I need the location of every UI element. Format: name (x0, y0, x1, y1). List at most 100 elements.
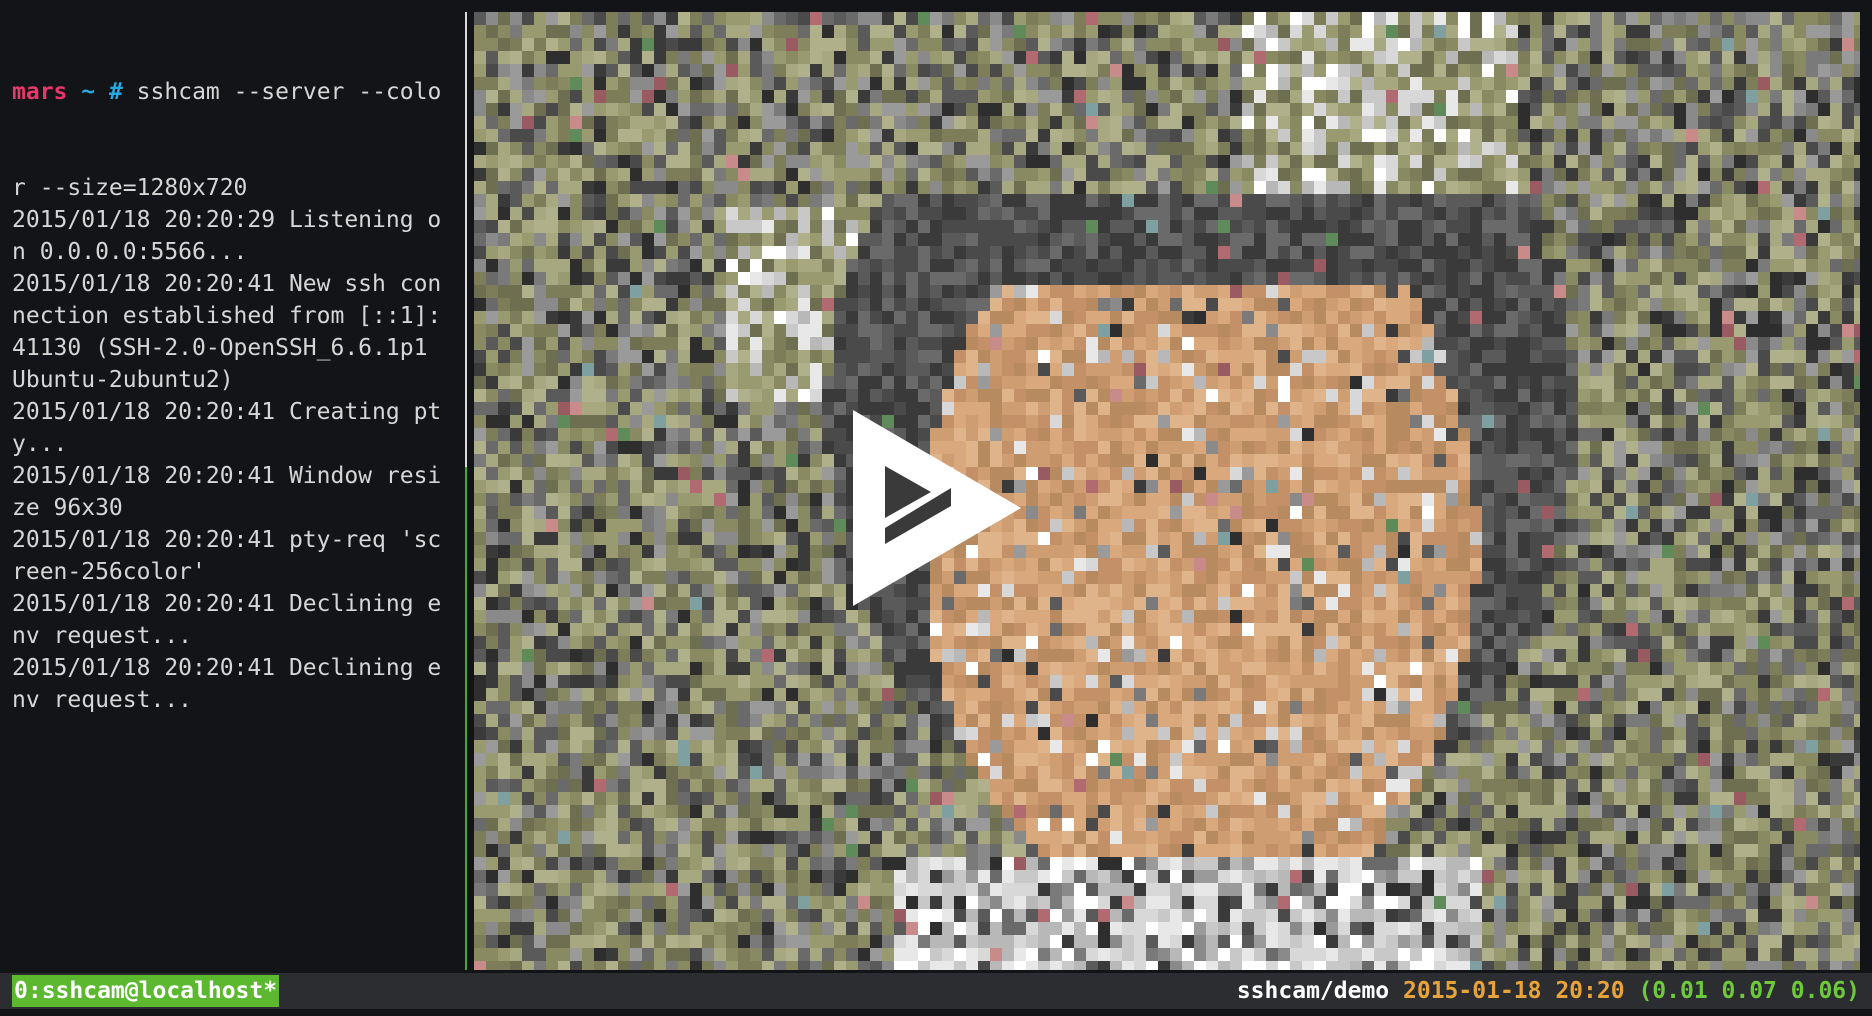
mosaic-cell (1170, 311, 1182, 324)
mosaic-cell (1542, 77, 1554, 90)
mosaic-cell (1674, 272, 1686, 285)
mosaic-cell (486, 233, 498, 246)
mosaic-cell (1098, 181, 1110, 194)
mosaic-cell (1410, 519, 1422, 532)
mosaic-cell (1110, 402, 1122, 415)
mosaic-cell (1242, 207, 1254, 220)
mosaic-cell (1302, 415, 1314, 428)
mosaic-cell (1302, 12, 1314, 25)
mosaic-cell (1458, 441, 1470, 454)
mosaic-cell (1374, 233, 1386, 246)
mosaic-cell (1314, 207, 1326, 220)
mosaic-cell (1806, 545, 1818, 558)
mosaic-cell (1398, 311, 1410, 324)
mosaic-cell (1506, 51, 1518, 64)
mosaic-cell (726, 350, 738, 363)
mosaic-cell (1062, 532, 1074, 545)
mosaic-cell (510, 467, 522, 480)
mosaic-cell (1362, 233, 1374, 246)
pane-divider[interactable] (465, 12, 471, 970)
mosaic-cell (918, 220, 930, 233)
mosaic-cell (1758, 480, 1770, 493)
mosaic-cell (1410, 64, 1422, 77)
mosaic-cell (1542, 272, 1554, 285)
mosaic-cell (1350, 324, 1362, 337)
mosaic-cell (1794, 454, 1806, 467)
mosaic-cell (522, 272, 534, 285)
mosaic-cell (702, 389, 714, 402)
mosaic-cell (594, 64, 606, 77)
mosaic-cell (882, 142, 894, 155)
mosaic-cell (1830, 376, 1842, 389)
mosaic-cell (1374, 64, 1386, 77)
mosaic-cell (1758, 38, 1770, 51)
mosaic-cell (1218, 103, 1230, 116)
mosaic-cell (1698, 38, 1710, 51)
mosaic-cell (1746, 259, 1758, 272)
mosaic-cell (714, 233, 726, 246)
mosaic-cell (1062, 376, 1074, 389)
mosaic-cell (1158, 51, 1170, 64)
mosaic-cell (1806, 272, 1818, 285)
mosaic-cell (474, 233, 486, 246)
mosaic-cell (582, 324, 594, 337)
mosaic-cell (1650, 207, 1662, 220)
mosaic-cell (690, 181, 702, 194)
mosaic-cell (1530, 454, 1542, 467)
mosaic-cell (558, 324, 570, 337)
mosaic-cell (1494, 350, 1506, 363)
mosaic-cell (1074, 220, 1086, 233)
mosaic-cell (714, 363, 726, 376)
mosaic-cell (630, 51, 642, 64)
mosaic-cell (690, 376, 702, 389)
mosaic-cell (786, 220, 798, 233)
mosaic-cell (522, 103, 534, 116)
mosaic-cell (1266, 142, 1278, 155)
mosaic-cell (1626, 207, 1638, 220)
mosaic-cell (870, 233, 882, 246)
log-line: nv request... (12, 687, 193, 713)
mosaic-cell (1350, 389, 1362, 402)
mosaic-cell (1638, 38, 1650, 51)
mosaic-cell (942, 181, 954, 194)
mosaic-cell (1182, 220, 1194, 233)
mosaic-cell (630, 519, 642, 532)
mosaic-cell (1674, 519, 1686, 532)
mosaic-cell (858, 51, 870, 64)
mosaic-cell (1746, 376, 1758, 389)
mosaic-cell (1578, 532, 1590, 545)
mosaic-cell (1182, 428, 1194, 441)
mosaic-cell (1686, 298, 1698, 311)
mosaic-cell (1098, 298, 1110, 311)
mosaic-cell (666, 168, 678, 181)
mosaic-cell (1206, 207, 1218, 220)
mosaic-cell (522, 194, 534, 207)
mosaic-cell (1086, 558, 1098, 571)
mosaic-cell (558, 142, 570, 155)
mosaic-cell (702, 77, 714, 90)
mosaic-cell (1722, 337, 1734, 350)
mosaic-cell (474, 142, 486, 155)
mosaic-cell (906, 350, 918, 363)
mosaic-cell (558, 168, 570, 181)
mosaic-cell (510, 233, 522, 246)
mosaic-cell (1434, 493, 1446, 506)
mosaic-cell (654, 285, 666, 298)
mosaic-cell (1794, 51, 1806, 64)
mosaic-cell (1278, 454, 1290, 467)
mosaic-cell (606, 467, 618, 480)
mosaic-cell (534, 38, 546, 51)
mosaic-cell (1074, 324, 1086, 337)
mosaic-cell (1194, 337, 1206, 350)
sshcam-server-pane[interactable]: mars ~ # sshcam --server --colo r --size… (12, 12, 465, 780)
mosaic-cell (1770, 454, 1782, 467)
mosaic-cell (558, 402, 570, 415)
mosaic-cell (1614, 311, 1626, 324)
mosaic-cell (906, 129, 918, 142)
mosaic-cell (1614, 428, 1626, 441)
mosaic-cell (1842, 519, 1854, 532)
mosaic-cell (1398, 545, 1410, 558)
mosaic-cell (918, 376, 930, 389)
mosaic-cell (666, 116, 678, 129)
mosaic-cell (1410, 558, 1422, 571)
